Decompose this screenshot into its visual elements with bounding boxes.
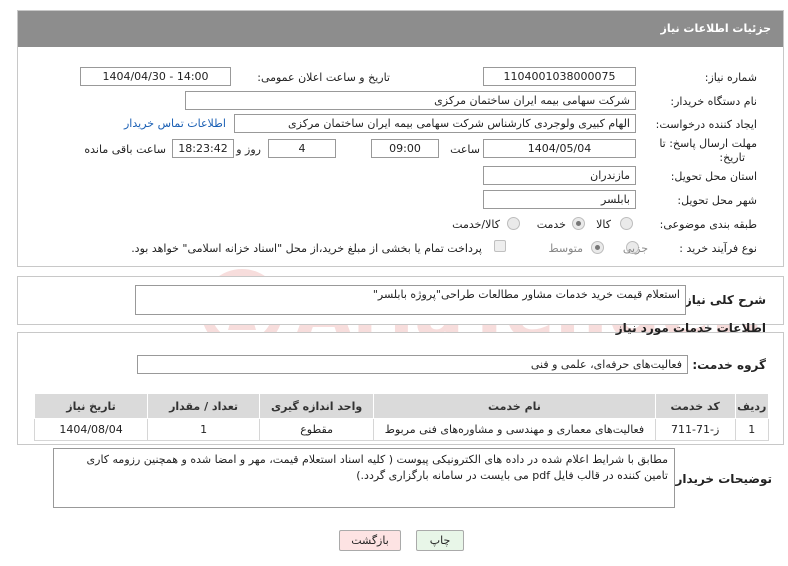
province-field[interactable]: مازندران: [483, 166, 636, 185]
cell-service-name: فعالیت‌های معماری و مهندسی و مشاوره‌های …: [373, 418, 656, 441]
table-header-row: ردیف کد خدمت نام خدمت واحد اندازه گیری ت…: [33, 393, 770, 419]
cell-service-code: ز-71-711: [654, 418, 736, 441]
remaining-time-field[interactable]: 18:23:42: [172, 139, 234, 158]
cell-need-date: 1404/08/04: [33, 418, 149, 441]
buyer-notes-label: توضیحات خریدار:: [670, 472, 772, 486]
service-group-field[interactable]: فعالیت‌های حرفه‌ای، علمی و فنی: [137, 355, 688, 374]
table-row: 1 ز-71-711 فعالیت‌های معماری و مهندسی و …: [33, 418, 770, 441]
category-option-goods-service: کالا/خدمت: [452, 218, 500, 231]
col-header-row-number: ردیف: [734, 393, 770, 419]
col-header-need-date: تاریخ نیاز: [33, 393, 149, 419]
col-header-quantity: تعداد / مقدار: [147, 393, 261, 419]
panel-header: جزئیات اطلاعات نیاز: [18, 11, 783, 47]
treasury-payment-checkbox[interactable]: [494, 240, 506, 252]
city-field[interactable]: بابلسر: [483, 190, 636, 209]
creator-label: ایجاد کننده درخواست:: [655, 118, 757, 131]
city-label: شهر محل تحویل:: [677, 194, 757, 207]
summary-field[interactable]: استعلام قیمت خرید خدمات مشاور مطالعات طر…: [135, 285, 686, 315]
category-radio-service[interactable]: [572, 217, 585, 230]
province-label: استان محل تحویل:: [670, 170, 757, 183]
cell-quantity: 1: [147, 418, 261, 441]
services-table: ردیف کد خدمت نام خدمت واحد اندازه گیری ت…: [33, 393, 770, 441]
deadline-label-line2: تاریخ:: [719, 151, 745, 164]
summary-label: شرح کلی نیاز:: [680, 293, 766, 307]
announce-label: تاریخ و ساعت اعلان عمومی:: [257, 71, 390, 84]
process-option-medium: متوسط: [548, 242, 583, 255]
col-header-unit: واحد اندازه گیری: [259, 393, 375, 419]
print-button[interactable]: چاپ: [416, 530, 464, 551]
deadline-time-label: ساعت: [450, 143, 480, 156]
category-label: طبقه بندی موضوعی:: [659, 218, 757, 231]
days-remaining-field[interactable]: 4: [268, 139, 336, 158]
creator-field[interactable]: الهام کبیری ولوجردی کارشناس شرکت سهامی ب…: [234, 114, 636, 133]
buyer-contact-link[interactable]: اطلاعات تماس خریدار: [124, 117, 226, 130]
service-group-label: گروه خدمت:: [692, 358, 766, 372]
category-radio-goods[interactable]: [620, 217, 633, 230]
services-section-title: اطلاعات خدمات مورد نیاز: [615, 321, 766, 335]
need-number-field[interactable]: 1104001038000075: [483, 67, 636, 86]
back-button[interactable]: بازگشت: [339, 530, 401, 551]
deadline-label-line1: مهلت ارسال پاسخ: تا: [659, 137, 757, 150]
cell-row-number: 1: [734, 418, 770, 441]
remaining-time-label: ساعت باقی مانده: [84, 143, 166, 156]
buyer-notes-field[interactable]: مطابق با شرایط اعلام شده در داده های الک…: [53, 448, 675, 508]
col-header-service-code: کد خدمت: [654, 393, 736, 419]
category-option-goods: کالا: [596, 218, 611, 231]
days-label: روز و: [236, 143, 261, 156]
announce-field[interactable]: 1404/04/30 - 14:00: [80, 67, 231, 86]
deadline-date-field[interactable]: 1404/05/04: [483, 139, 636, 158]
treasury-payment-note: پرداخت تمام یا بخشی از مبلغ خرید،از محل …: [131, 242, 482, 255]
category-option-service: خدمت: [536, 218, 566, 231]
col-header-service-name: نام خدمت: [373, 393, 656, 419]
buyer-org-field[interactable]: شرکت سهامی بیمه ایران ساختمان مرکزی: [185, 91, 636, 110]
cell-unit: مقطوع: [259, 418, 375, 441]
panel-title: جزئیات اطلاعات نیاز: [660, 22, 772, 35]
deadline-time-field[interactable]: 09:00: [371, 139, 439, 158]
process-option-minor: جزیی: [622, 242, 648, 255]
buyer-org-label: نام دستگاه خریدار:: [670, 95, 757, 108]
process-type-label: نوع فرآیند خرید :: [679, 242, 757, 255]
category-radio-goods-service[interactable]: [507, 217, 520, 230]
need-number-label: شماره نیاز:: [704, 71, 757, 84]
process-radio-medium[interactable]: [591, 241, 604, 254]
